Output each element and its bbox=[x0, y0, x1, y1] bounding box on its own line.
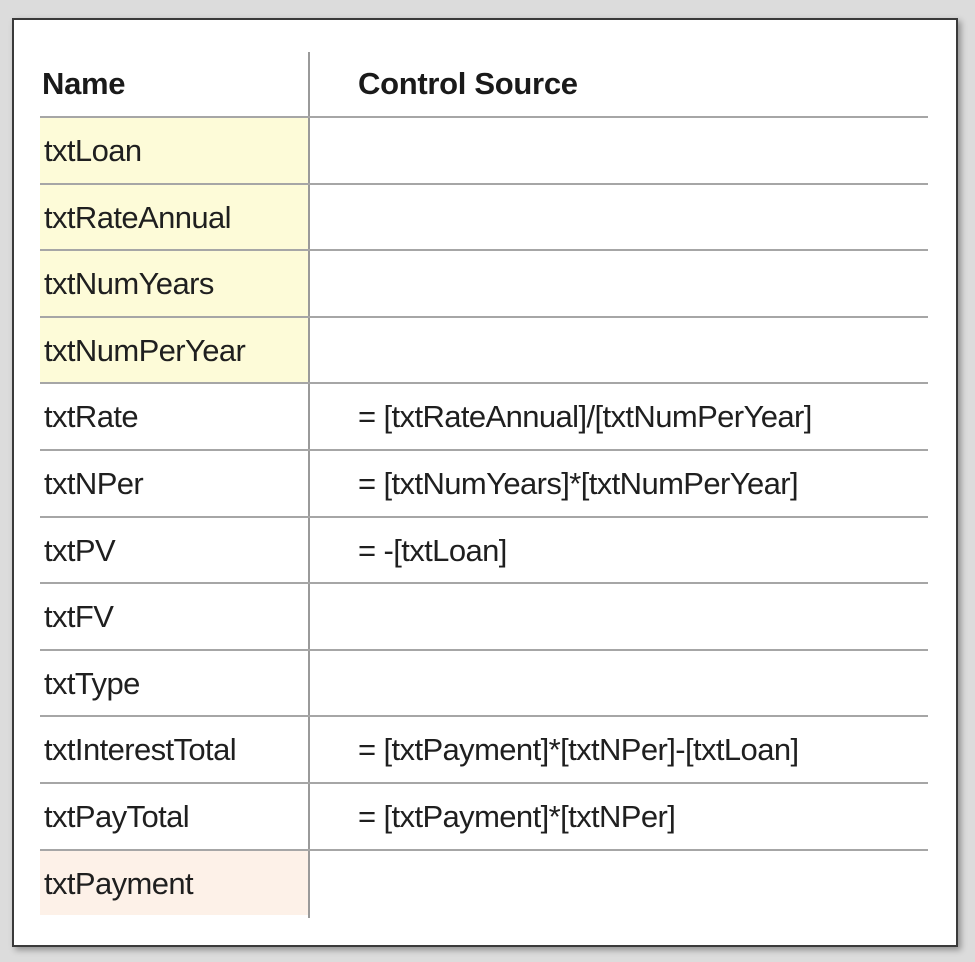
table-row: txtType bbox=[40, 648, 928, 716]
table-row: txtPayTotal = [txtPayment]*[txtNPer] bbox=[40, 781, 928, 849]
name-cell: txtFV bbox=[40, 584, 308, 649]
name-cell: txtPayTotal bbox=[40, 784, 308, 849]
name-cell: txtNPer bbox=[40, 451, 308, 516]
name-cell: txtRateAnnual bbox=[40, 184, 308, 250]
control-source: = [txtNumYears]*[txtNumPerYear] bbox=[358, 465, 799, 501]
name-cell: txtNumYears bbox=[40, 251, 308, 316]
name-cell: txtRate bbox=[40, 384, 308, 449]
control-source: = -[txtLoan] bbox=[358, 532, 507, 568]
control-name: txtRate bbox=[44, 399, 139, 435]
name-cell: txtPayment bbox=[40, 850, 308, 916]
control-name: txtPV bbox=[44, 532, 116, 568]
table-row: txtNPer = [txtNumYears]*[txtNumPerYear] bbox=[40, 448, 928, 516]
control-name: txtLoan bbox=[44, 133, 142, 168]
name-cell: txtLoan bbox=[40, 118, 308, 183]
control-source-table: Name Control Source txtLoan txtRateAnnua… bbox=[12, 18, 958, 947]
control-name: txtFV bbox=[44, 599, 114, 635]
table-row: txtPV = -[txtLoan] bbox=[40, 515, 928, 583]
control-name: txtType bbox=[44, 665, 140, 701]
header-name: Name bbox=[42, 66, 126, 101]
table-row: txtFV bbox=[40, 582, 928, 649]
table-row: txtLoan bbox=[40, 116, 928, 183]
control-source: = [txtRateAnnual]/[txtNumPerYear] bbox=[358, 399, 812, 435]
control-name: txtNumYears bbox=[44, 266, 214, 302]
name-cell: txtInterestTotal bbox=[40, 717, 308, 782]
control-name: txtRateAnnual bbox=[44, 199, 232, 235]
control-source: = [txtPayment]*[txtNPer] bbox=[358, 798, 676, 834]
control-name: txtPayment bbox=[44, 865, 194, 901]
control-name: txtNumPerYear bbox=[44, 332, 246, 368]
table-row: txtPayment bbox=[40, 848, 928, 916]
name-cell: txtType bbox=[40, 651, 308, 716]
control-name: txtNPer bbox=[44, 465, 144, 501]
header-control-source: Control Source bbox=[358, 66, 578, 101]
name-cell: txtPV bbox=[40, 518, 308, 583]
table-body: txtLoan txtRateAnnual txtNumYears txtNum… bbox=[40, 116, 928, 916]
table-row: txtRate = [txtRateAnnual]/[txtNumPerYear… bbox=[40, 382, 928, 449]
table-row: txtNumPerYear bbox=[40, 315, 928, 383]
name-cell: txtNumPerYear bbox=[40, 317, 308, 383]
table-row: txtNumYears bbox=[40, 249, 928, 316]
table-row: txtInterestTotal = [txtPayment]*[txtNPer… bbox=[40, 715, 928, 782]
table-header: Name Control Source bbox=[40, 52, 928, 116]
control-name: txtPayTotal bbox=[44, 798, 190, 834]
control-name: txtInterestTotal bbox=[44, 732, 237, 768]
control-source: = [txtPayment]*[txtNPer]-[txtLoan] bbox=[358, 732, 799, 768]
table-row: txtRateAnnual bbox=[40, 182, 928, 250]
